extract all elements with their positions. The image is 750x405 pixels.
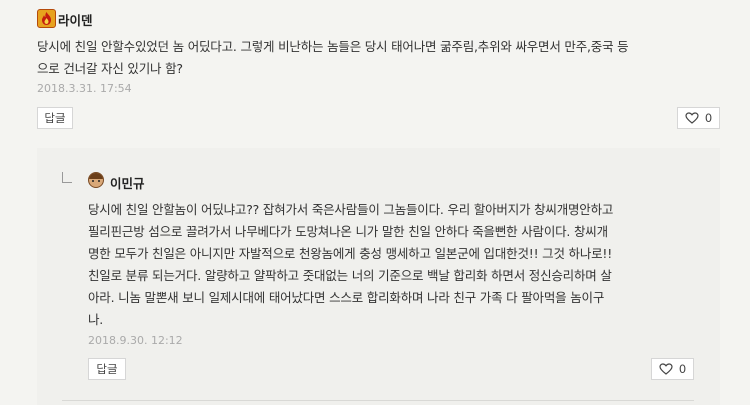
- comment-item: 라이덴 당시에 친일 안할수있었던 놈 어딨다고. 그렇게 비난하는 놈들은 당…: [0, 0, 730, 138]
- heart-icon: [685, 112, 699, 124]
- comment-author[interactable]: 라이덴: [58, 10, 93, 29]
- comment-thread: 라이덴 당시에 친일 안할수있었던 놈 어딨다고. 그렇게 비난하는 놈들은 당…: [0, 0, 750, 405]
- reply-body-line: 나.: [88, 312, 104, 327]
- comment-date: 2018.3.31. 17:54: [37, 82, 132, 95]
- reply-button-label: 답글: [44, 111, 66, 125]
- flame-icon: [42, 12, 51, 25]
- avatar-icon: [88, 172, 104, 188]
- reply-button[interactable]: 답글: [88, 358, 126, 380]
- reply-body-line: 친일로 분류 되는거다. 알량하고 얄팍하고 줏대없는 너의 기준으로 백날 합…: [88, 268, 612, 283]
- reply-body: 당시에 친일 안할놈이 어딨냐고?? 잡혀가서 죽은사람들이 그놈들이다. 우리…: [88, 199, 613, 331]
- reply-author[interactable]: 이민규: [110, 173, 145, 192]
- reply-button-label: 답글: [96, 362, 118, 376]
- like-button[interactable]: 0: [651, 358, 694, 380]
- reply-body-line: 필리핀근방 섬으로 끌려가서 나무베다가 도망쳐나온 니가 말한 친일 안하다 …: [88, 224, 608, 239]
- like-button[interactable]: 0: [677, 107, 720, 129]
- comment-body-line: 당시에 친일 안할수있었던 놈 어딨다고. 그렇게 비난하는 놈들은 당시 태어…: [37, 39, 629, 54]
- heart-icon: [659, 363, 673, 375]
- fire-badge-icon: [37, 9, 56, 28]
- reply-date: 2018.9.30. 12:12: [88, 334, 183, 347]
- like-count: 0: [678, 362, 687, 376]
- reply-body-line: 명한 모두가 친일은 아니지만 자발적으로 천왕놈에게 충성 맹세하고 일본군에…: [88, 246, 613, 261]
- comment-body: 당시에 친일 안할수있었던 놈 어딨다고. 그렇게 비난하는 놈들은 당시 태어…: [37, 36, 629, 80]
- comment-body-line: 으로 건너갈 자신 있기나 함?: [37, 61, 183, 76]
- reply-arrow-icon: [62, 172, 72, 183]
- reply-button[interactable]: 답글: [37, 107, 73, 129]
- divider: [62, 400, 694, 401]
- reply-body-line: 아라. 니놈 말뽄새 보니 일제시대에 태어났다면 스스로 합리화하며 나라 친…: [88, 290, 605, 305]
- like-count: 0: [704, 111, 713, 125]
- reply-body-line: 당시에 친일 안할놈이 어딨냐고?? 잡혀가서 죽은사람들이 그놈들이다. 우리…: [88, 202, 614, 217]
